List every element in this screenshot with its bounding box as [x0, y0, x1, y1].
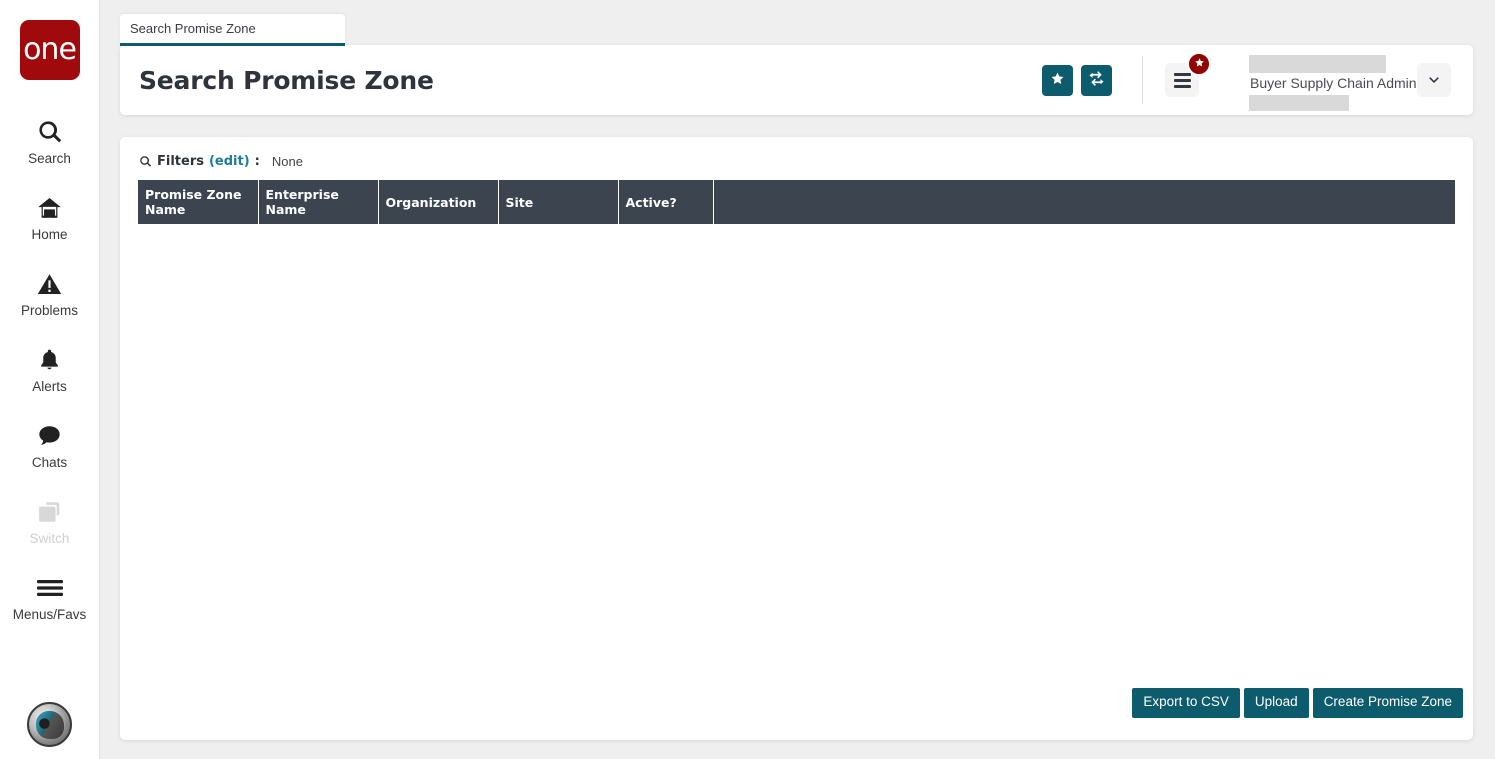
table-head: Promise Zone Name Enterprise Name Organi… — [138, 180, 1455, 224]
filters-value: None — [271, 153, 303, 169]
create-promise-zone-button[interactable]: Create Promise Zone — [1312, 688, 1463, 718]
page-header: Search Promise Zone Buyer Supply Chain A… — [120, 45, 1473, 115]
redacted-enterprise-name — [1249, 55, 1386, 73]
search-icon — [139, 155, 152, 168]
app-logo[interactable]: one — [19, 20, 80, 80]
panel-actions: Export to CSV Upload Create Promise Zone — [1132, 688, 1463, 718]
tab-bar: Search Promise Zone — [120, 14, 345, 46]
sidebar-item-search[interactable]: Search — [0, 102, 99, 178]
user-role-label: Buyer Supply Chain Admin — [1250, 75, 1417, 91]
sidebar-item-label: Problems — [20, 302, 79, 318]
home-icon — [36, 191, 63, 225]
column-header-active[interactable]: Active? — [618, 180, 714, 224]
tab-search-promise-zone[interactable]: Search Promise Zone — [120, 14, 345, 46]
avatar-image — [36, 711, 64, 739]
filters-bar: Filters (edit) : None — [138, 150, 1455, 172]
user-menu-button[interactable] — [1417, 63, 1451, 97]
sidebar-item-menus-favs[interactable]: Menus/Favs — [0, 558, 99, 634]
export-to-csv-button[interactable]: Export to CSV — [1132, 688, 1240, 718]
redacted-user-name — [1249, 95, 1349, 111]
hamburger-icon — [35, 571, 65, 605]
column-header-filler — [713, 180, 1455, 224]
column-header-organization[interactable]: Organization — [378, 180, 499, 224]
menus-favs-wrap — [1165, 52, 1211, 97]
sidebar-item-home[interactable]: Home — [0, 178, 99, 254]
sidebar-item-label: Alerts — [32, 378, 67, 394]
sidebar-item-label: Search — [28, 150, 71, 166]
user-avatar[interactable] — [27, 702, 72, 747]
app-logo-text: one — [23, 32, 77, 67]
favorite-button[interactable] — [1042, 64, 1073, 96]
favorites-badge[interactable] — [1187, 52, 1211, 76]
table-header-row: Promise Zone Name Enterprise Name Organi… — [138, 180, 1455, 224]
application-window: one Search Home Problems Alerts Chats Sw… — [0, 0, 1495, 759]
header-divider — [1142, 56, 1143, 104]
refresh-icon — [1088, 70, 1105, 90]
sidebar-nav: Search Home Problems Alerts Chats Switch… — [0, 102, 99, 634]
sidebar-item-alerts[interactable]: Alerts — [0, 330, 99, 406]
sidebar-item-chats[interactable]: Chats — [0, 406, 99, 482]
main-area: Search Promise Zone Search Promise Zone — [100, 0, 1495, 759]
refresh-button[interactable] — [1081, 64, 1112, 96]
column-header-enterprise-name[interactable]: Enterprise Name — [258, 180, 379, 224]
sidebar-item-switch[interactable]: Switch — [0, 482, 99, 558]
filters-edit-link[interactable]: (edit) — [209, 154, 250, 169]
switch-icon — [36, 495, 63, 529]
star-icon — [1194, 55, 1205, 73]
results-panel: Filters (edit) : None Promise Zone Name … — [120, 137, 1473, 740]
sidebar-item-label: Home — [31, 226, 68, 242]
star-icon — [1050, 71, 1065, 89]
sidebar-item-label: Switch — [29, 530, 70, 546]
warning-icon — [36, 267, 63, 301]
user-info: Buyer Supply Chain Admin — [1249, 49, 1417, 111]
bell-icon — [37, 343, 62, 377]
promise-zone-table: Promise Zone Name Enterprise Name Organi… — [138, 180, 1455, 224]
search-icon — [37, 115, 63, 149]
upload-button[interactable]: Upload — [1243, 688, 1309, 718]
filters-label: Filters — [157, 153, 204, 169]
tab-label: Search Promise Zone — [130, 21, 256, 36]
hamburger-icon — [1173, 70, 1191, 91]
sidebar-item-label: Chats — [31, 454, 68, 470]
sidebar-item-problems[interactable]: Problems — [0, 254, 99, 330]
chat-icon — [36, 419, 63, 453]
chevron-down-icon — [1426, 71, 1442, 90]
page-title: Search Promise Zone — [139, 65, 434, 95]
column-header-promise-zone-name[interactable]: Promise Zone Name — [138, 180, 259, 224]
column-header-site[interactable]: Site — [498, 180, 619, 224]
filters-colon: : — [254, 153, 260, 169]
sidebar-item-label: Menus/Favs — [12, 606, 87, 622]
left-sidebar: one Search Home Problems Alerts Chats Sw… — [0, 0, 100, 759]
